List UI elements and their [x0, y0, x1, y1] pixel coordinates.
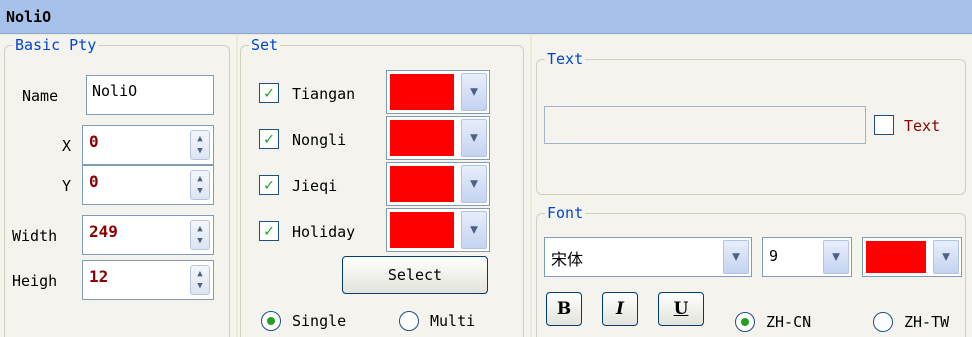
text-check-label[interactable]: Text [904, 117, 940, 135]
tiangan-checkbox[interactable]: ✓ [259, 83, 279, 103]
y-spinner[interactable]: 0 ▲ ▼ [82, 165, 214, 205]
zh-cn-label[interactable]: ZH-CN [766, 313, 811, 331]
height-label: Heigh [12, 272, 58, 290]
jieqi-label[interactable]: Jieqi [292, 177, 337, 195]
chevron-down-icon[interactable]: ▼ [933, 240, 959, 274]
nongli-label[interactable]: Nongli [292, 131, 346, 149]
font-family-select[interactable]: 宋体 ▼ [544, 237, 752, 277]
width-spinner[interactable]: 249 ▲ ▼ [82, 215, 214, 255]
name-label: Name [22, 87, 59, 105]
name-input[interactable]: NoliO [86, 75, 214, 115]
jieqi-color-picker[interactable]: ▼ [386, 162, 490, 206]
multi-radio[interactable] [399, 311, 419, 331]
tiangan-label[interactable]: Tiangan [292, 85, 355, 103]
height-spinner[interactable]: 12 ▲ ▼ [82, 260, 214, 300]
chevron-down-icon[interactable]: ▼ [723, 240, 749, 274]
single-radio[interactable] [261, 311, 281, 331]
width-value: 249 [89, 222, 118, 241]
font-color-picker[interactable]: ▼ [862, 237, 962, 277]
holiday-checkbox[interactable]: ✓ [259, 221, 279, 241]
chevron-down-icon[interactable]: ▼ [461, 73, 487, 111]
font-color-swatch [866, 241, 926, 273]
height-value: 12 [89, 267, 109, 286]
italic-button[interactable]: I [602, 292, 638, 326]
basic-pty-legend: Basic Pty [13, 36, 99, 54]
title-bar: NoliO [0, 0, 972, 34]
zh-cn-radio[interactable] [735, 312, 755, 332]
x-label: X [62, 137, 72, 155]
text-legend: Text [545, 50, 586, 68]
zh-tw-radio[interactable] [873, 312, 893, 332]
nongli-color-swatch [390, 120, 454, 156]
chevron-down-icon[interactable]: ▼ [461, 119, 487, 157]
font-family-value: 宋体 [551, 250, 584, 269]
width-label: Width [12, 227, 58, 245]
y-value: 0 [89, 172, 99, 191]
jieqi-checkbox[interactable]: ✓ [259, 175, 279, 195]
font-size-select[interactable]: 9 ▼ [762, 237, 852, 277]
chevron-down-icon[interactable]: ▼ [461, 165, 487, 203]
font-size-value: 9 [769, 247, 779, 265]
chevron-down-icon[interactable]: ▼ [461, 211, 487, 249]
y-label: Y [62, 177, 72, 195]
spin-arrows-icon[interactable]: ▲ ▼ [190, 170, 210, 200]
tiangan-color-picker[interactable]: ▼ [386, 70, 490, 114]
single-label[interactable]: Single [292, 312, 346, 330]
font-legend: Font [545, 204, 586, 222]
nongli-checkbox[interactable]: ✓ [259, 129, 279, 149]
tiangan-color-swatch [390, 74, 454, 110]
spin-arrows-icon[interactable]: ▲ ▼ [190, 130, 210, 160]
window-title: NoliO [6, 8, 52, 26]
x-spinner[interactable]: 0 ▲ ▼ [82, 125, 214, 165]
set-legend: Set [249, 36, 281, 54]
spin-arrows-icon[interactable]: ▲ ▼ [190, 220, 210, 250]
holiday-color-picker[interactable]: ▼ [386, 208, 490, 252]
zh-tw-label[interactable]: ZH-TW [904, 313, 949, 331]
multi-label[interactable]: Multi [430, 312, 475, 330]
text-input[interactable] [544, 106, 866, 144]
underline-button[interactable]: U [658, 292, 704, 326]
holiday-label[interactable]: Holiday [292, 223, 355, 241]
chevron-down-icon[interactable]: ▼ [823, 240, 849, 274]
x-value: 0 [89, 132, 99, 151]
bold-button[interactable]: B [546, 292, 582, 326]
nongli-color-picker[interactable]: ▼ [386, 116, 490, 160]
spin-arrows-icon[interactable]: ▲ ▼ [190, 265, 210, 295]
select-button[interactable]: Select [342, 256, 488, 294]
text-checkbox[interactable] [874, 115, 894, 135]
jieqi-color-swatch [390, 166, 454, 202]
holiday-color-swatch [390, 212, 454, 248]
